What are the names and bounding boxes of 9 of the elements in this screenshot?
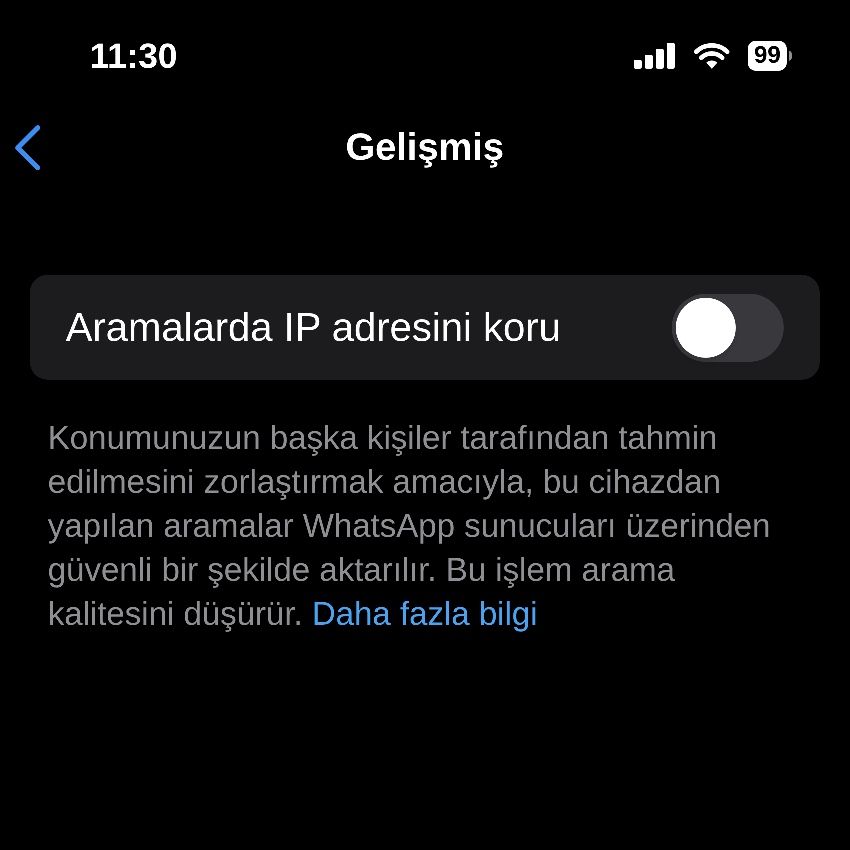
back-chevron-icon[interactable] (14, 125, 42, 171)
setting-label: Aramalarda IP adresini koru (66, 308, 562, 348)
signal-icon (634, 43, 676, 69)
footer-description: Konumunuzun başka kişiler tarafından tahmin edilmesini zorlaştırmak amacıyla, bu cihazdan yapılan aramalar WhatsApp sunucuları üzerinden güvenli bir şekilde aktarılır. Bu işlem arama kalitesini düşürür. Daha fazla bilgi (48, 418, 772, 634)
page-title: Gelişmiş (346, 129, 504, 167)
status-time: 11:30 (90, 38, 178, 74)
battery-indicator: 99 (748, 41, 792, 71)
wifi-icon (694, 43, 730, 69)
learn-more-link[interactable]: Daha fazla bilgi (312, 595, 538, 632)
